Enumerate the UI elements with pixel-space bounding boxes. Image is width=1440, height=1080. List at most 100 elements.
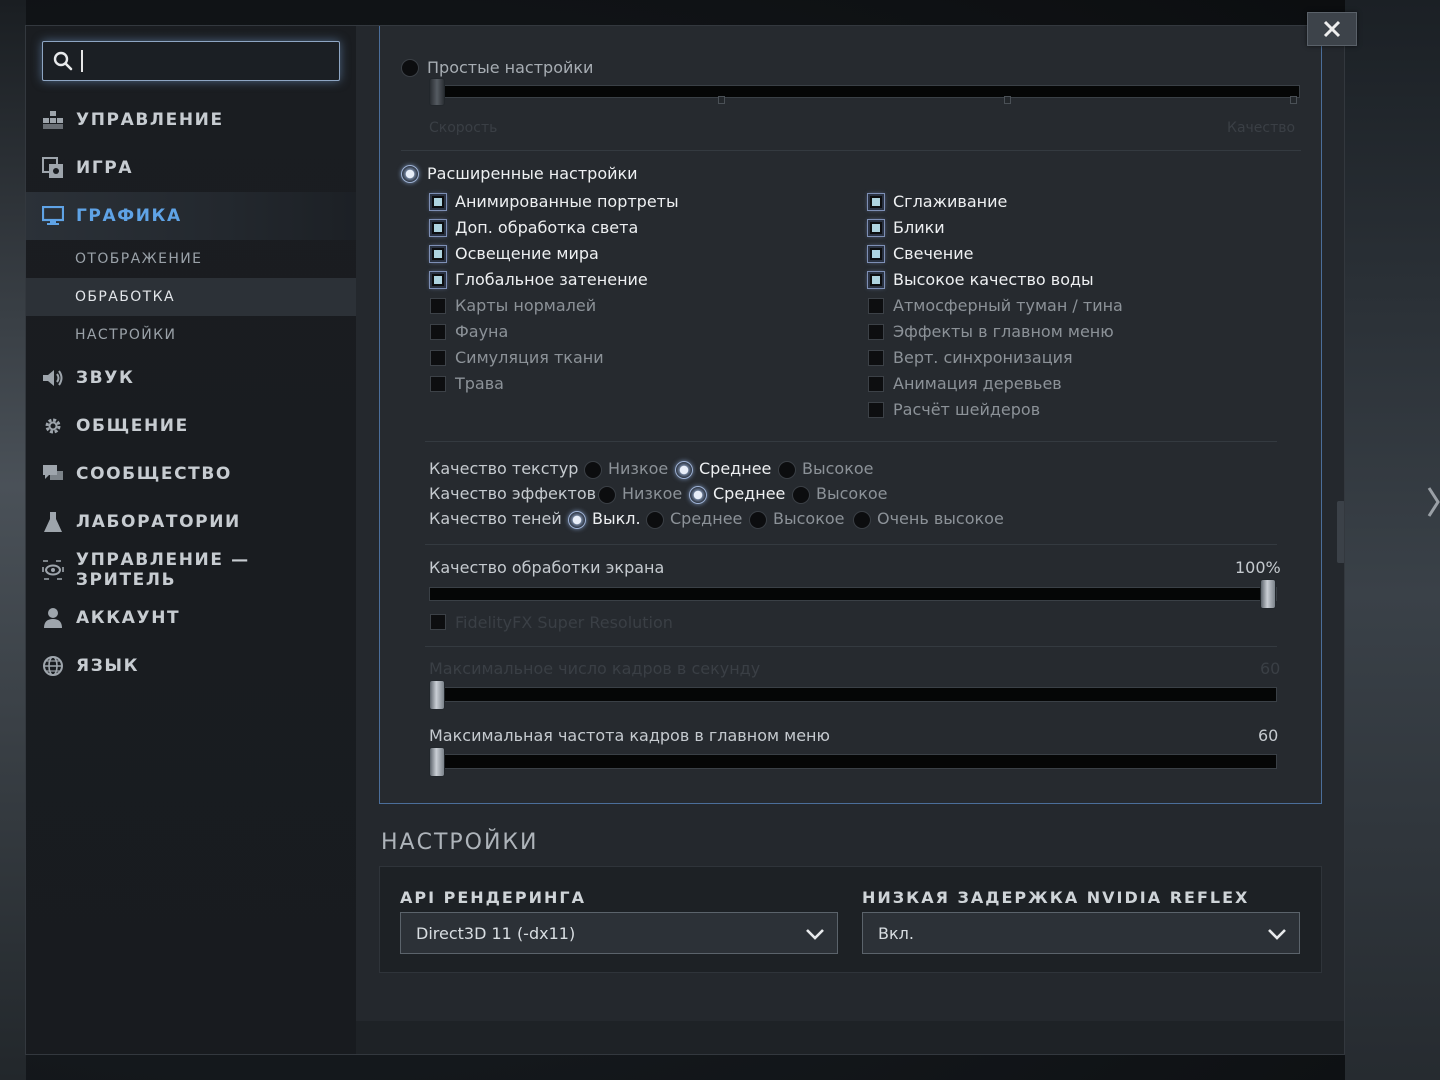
sidebar-item-labs[interactable]: ЛАБОРАТОРИИ bbox=[26, 498, 356, 546]
shadow-high-radio[interactable] bbox=[749, 511, 767, 529]
checkbox[interactable] bbox=[868, 402, 884, 418]
checkbox[interactable] bbox=[868, 376, 884, 392]
checkbox-label: Эффекты в главном меню bbox=[893, 322, 1114, 341]
shadow-medium-radio[interactable] bbox=[646, 511, 664, 529]
subitem-display[interactable]: ОТОБРАЖЕНИЕ bbox=[26, 240, 356, 278]
screen-quality-thumb[interactable] bbox=[1260, 579, 1276, 609]
sidebar-item-controls[interactable]: УПРАВЛЕНИЕ bbox=[26, 96, 356, 144]
effects-low-label: Низкое bbox=[622, 484, 683, 503]
advanced-settings-radio[interactable] bbox=[401, 165, 419, 183]
text-caret bbox=[81, 50, 83, 72]
checkbox[interactable] bbox=[868, 298, 884, 314]
checkbox[interactable] bbox=[868, 194, 884, 210]
sidebar-item-label: ГРАФИКА bbox=[76, 206, 182, 226]
checkbox[interactable] bbox=[430, 350, 446, 366]
checkbox[interactable] bbox=[868, 350, 884, 366]
max-fps-slider[interactable] bbox=[429, 687, 1277, 702]
eye-icon bbox=[41, 558, 65, 582]
effects-medium-label: Среднее bbox=[713, 484, 786, 503]
sidebar-item-label: ЛАБОРАТОРИИ bbox=[76, 512, 241, 532]
checkbox[interactable] bbox=[430, 194, 446, 210]
subitem-label: НАСТРОЙКИ bbox=[75, 327, 177, 343]
subitem-options[interactable]: НАСТРОЙКИ bbox=[26, 316, 356, 354]
sidebar-item-account[interactable]: АККАУНТ bbox=[26, 594, 356, 642]
close-icon bbox=[1323, 20, 1341, 38]
texture-high-radio[interactable] bbox=[778, 461, 796, 479]
close-button[interactable] bbox=[1307, 12, 1357, 46]
user-icon bbox=[41, 606, 65, 630]
monitor-icon bbox=[41, 204, 65, 228]
screen-quality-slider[interactable] bbox=[429, 587, 1277, 601]
simple-settings-radio[interactable] bbox=[401, 59, 419, 77]
max-fps-thumb[interactable] bbox=[429, 680, 445, 710]
sidebar-item-social[interactable]: ОБЩЕНИЕ bbox=[26, 402, 356, 450]
sidebar-item-game[interactable]: ИГРА bbox=[26, 144, 356, 192]
gear-icon bbox=[41, 414, 65, 438]
shadow-off-radio[interactable] bbox=[568, 511, 586, 529]
sidebar-item-graphics[interactable]: ГРАФИКА bbox=[26, 192, 356, 240]
background-left bbox=[0, 0, 26, 1080]
simple-settings-label: Простые настройки bbox=[427, 58, 594, 77]
texture-medium-label: Среднее bbox=[699, 459, 772, 478]
fsr-checkbox[interactable] bbox=[430, 614, 446, 630]
controls-icon bbox=[41, 108, 65, 132]
subitem-label: ОБРАБОТКА bbox=[75, 289, 175, 305]
settings-section-title: НАСТРОЙКИ bbox=[381, 830, 539, 855]
sidebar-item-community[interactable]: СООБЩЕСТВО bbox=[26, 450, 356, 498]
checkbox[interactable] bbox=[868, 272, 884, 288]
shadow-high-label: Высокое bbox=[773, 509, 845, 528]
divider bbox=[425, 441, 1277, 442]
sidebar-item-label: ЯЗЫК bbox=[76, 656, 140, 676]
checkbox[interactable] bbox=[430, 376, 446, 392]
render-api-value: Direct3D 11 (-dx11) bbox=[416, 923, 576, 943]
texture-low-radio[interactable] bbox=[584, 461, 602, 479]
reflex-value: Вкл. bbox=[878, 923, 914, 943]
divider bbox=[401, 150, 1301, 151]
checkbox[interactable] bbox=[868, 324, 884, 340]
checkbox-label: Высокое качество воды bbox=[893, 270, 1094, 289]
shadow-ultra-radio[interactable] bbox=[853, 511, 871, 529]
slider-tick bbox=[1004, 96, 1011, 104]
sidebar-item-sound[interactable]: ЗВУК bbox=[26, 354, 356, 402]
checkbox[interactable] bbox=[430, 246, 446, 262]
simple-slider-thumb[interactable] bbox=[429, 78, 445, 106]
render-api-dropdown[interactable]: Direct3D 11 (-dx11) bbox=[400, 912, 838, 954]
checkbox[interactable] bbox=[430, 220, 446, 236]
effects-medium-radio[interactable] bbox=[689, 486, 707, 504]
scrollbar-thumb[interactable] bbox=[1337, 501, 1344, 563]
checkbox-label: Расчёт шейдеров bbox=[893, 400, 1041, 419]
simple-quality-slider[interactable] bbox=[429, 85, 1300, 98]
texture-medium-radio[interactable] bbox=[675, 461, 693, 479]
checkbox[interactable] bbox=[868, 246, 884, 262]
checkbox-label: Верт. синхронизация bbox=[893, 348, 1073, 367]
effects-high-radio[interactable] bbox=[792, 486, 810, 504]
reflex-dropdown[interactable]: Вкл. bbox=[862, 912, 1300, 954]
subitem-rendering[interactable]: ОБРАБОТКА bbox=[26, 278, 356, 316]
checkbox-label: Анимация деревьев bbox=[893, 374, 1062, 393]
checkbox[interactable] bbox=[430, 298, 446, 314]
shadow-ultra-label: Очень высокое bbox=[877, 509, 1004, 528]
checkbox-label: Трава bbox=[455, 374, 504, 393]
max-fps-value: 60 bbox=[1260, 659, 1281, 678]
settings-window: УПРАВЛЕНИЕ ИГРА ГРАФИКА ОТОБРАЖЕНИЕ ОБРА… bbox=[25, 25, 1345, 1055]
chevron-down-icon bbox=[806, 929, 824, 940]
menu-fps-slider[interactable] bbox=[429, 754, 1277, 769]
sidebar-item-spectator[interactable]: УПРАВЛЕНИЕ — ЗРИТЕЛЬ bbox=[26, 546, 356, 594]
effects-low-radio[interactable] bbox=[598, 486, 616, 504]
checkbox[interactable] bbox=[430, 272, 446, 288]
divider bbox=[425, 544, 1277, 545]
chevron-right-icon[interactable] bbox=[1427, 486, 1440, 518]
checkbox-label: Доп. обработка света bbox=[455, 218, 639, 237]
checkbox[interactable] bbox=[868, 220, 884, 236]
game-icon bbox=[41, 156, 65, 180]
advanced-settings-label: Расширенные настройки bbox=[427, 164, 638, 183]
checkbox[interactable] bbox=[430, 324, 446, 340]
menu-fps-thumb[interactable] bbox=[429, 747, 445, 777]
search-input[interactable] bbox=[42, 41, 340, 81]
slider-tick bbox=[1290, 96, 1297, 104]
shadow-medium-label: Среднее bbox=[670, 509, 743, 528]
sidebar-item-language[interactable]: ЯЗЫК bbox=[26, 642, 356, 690]
sidebar-item-label: СООБЩЕСТВО bbox=[76, 464, 232, 484]
speed-label: Скорость bbox=[429, 120, 498, 136]
shadow-off-label: Выкл. bbox=[592, 509, 641, 528]
